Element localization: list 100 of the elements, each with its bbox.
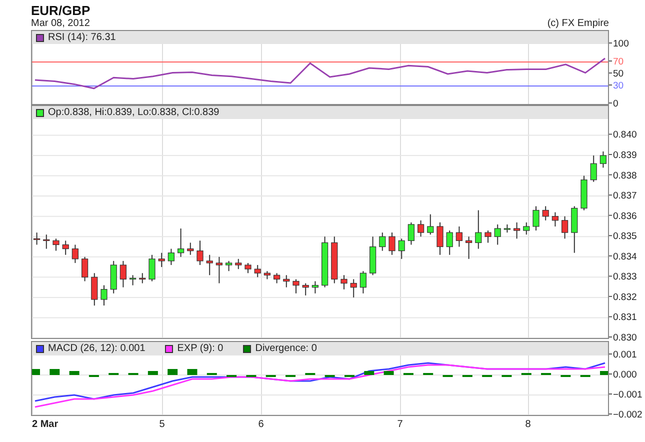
candle [178, 228, 184, 258]
candle [100, 284, 108, 306]
axis-label: 70 [613, 56, 624, 68]
chart-title: EUR/GBP [31, 3, 92, 18]
divergence-bar [187, 369, 198, 375]
chart-date: Mar 08, 2012 [31, 18, 90, 30]
candle [436, 222, 444, 256]
divergence-bar [364, 371, 374, 375]
candle [427, 214, 434, 236]
candle [388, 232, 396, 256]
candle [475, 210, 482, 250]
date-label: 8 [525, 419, 531, 430]
divergence-bar [384, 371, 394, 375]
candle [62, 240, 69, 256]
legend-label: Divergence: 0 [255, 344, 317, 354]
candle [52, 238, 60, 252]
candle [571, 206, 578, 254]
candle [514, 222, 520, 240]
candle [34, 232, 40, 246]
candle [216, 256, 222, 284]
axis-label: 0.839 [613, 150, 637, 161]
candle [274, 272, 280, 284]
candle [82, 256, 88, 282]
date-label: 7 [397, 419, 403, 430]
candle [590, 155, 597, 182]
date-label: 6 [258, 419, 264, 430]
axis-label: 0.835 [613, 231, 637, 242]
candle [532, 206, 540, 232]
candle [379, 232, 386, 252]
axis-label: −0.002 [613, 410, 642, 420]
candle [283, 274, 290, 288]
candle [446, 230, 453, 256]
candle [264, 270, 270, 280]
legend-label: Op:0.838, Hi:0.839, Lo:0.838, Cl:0.839 [48, 108, 220, 118]
divergence-bar [69, 371, 80, 375]
candle [91, 272, 98, 306]
candle [562, 216, 568, 240]
axis-label: 0.831 [613, 312, 637, 324]
divergence-bar [148, 371, 158, 375]
candle [187, 242, 194, 256]
date-label: 5 [159, 419, 165, 430]
divergence-bar [168, 369, 178, 375]
axis-label: 0.001 [613, 350, 637, 360]
axis-label: 0.000 [613, 370, 637, 380]
candle [120, 260, 126, 288]
axis-label: 50 [613, 68, 624, 80]
candle [322, 236, 328, 288]
candle [350, 278, 357, 298]
legend-label: EXP (9): 0 [177, 344, 224, 354]
candle [600, 150, 606, 168]
legend-label: RSI (14): 76.31 [48, 32, 116, 42]
candle [360, 270, 366, 294]
candle [418, 220, 424, 238]
candle [523, 222, 530, 236]
axis-label: 0.832 [613, 292, 637, 303]
candle [302, 282, 309, 296]
axis-label: 0.830 [613, 332, 637, 344]
candle [466, 236, 472, 260]
candle [580, 175, 588, 211]
candle [226, 260, 232, 272]
candle [494, 224, 501, 246]
divergence-bar [50, 369, 60, 375]
axis-label: 30 [613, 80, 624, 92]
axis-label: 100 [613, 38, 629, 50]
candle [312, 280, 318, 294]
candle [331, 236, 338, 284]
candle [168, 248, 174, 266]
candle [340, 274, 348, 290]
candle [130, 274, 136, 286]
candle [244, 262, 252, 274]
candle [484, 230, 492, 244]
candle [292, 278, 300, 294]
candle [148, 254, 156, 282]
axis-label: −0.001 [613, 390, 642, 400]
candle [43, 234, 50, 250]
candle [196, 240, 204, 266]
divergence-bar [32, 369, 40, 375]
date-label: 2 Mar [32, 419, 58, 430]
candle [456, 226, 462, 248]
candle [72, 244, 78, 264]
candle [254, 264, 261, 278]
candle [370, 236, 376, 276]
divergence-bar [600, 371, 608, 375]
axis-label: 0.838 [613, 170, 637, 182]
axis-label: 0 [613, 98, 618, 110]
candle [552, 212, 558, 227]
axis-label: 0.833 [613, 272, 637, 283]
candle [504, 224, 510, 234]
candle [408, 222, 414, 246]
candle [110, 260, 117, 294]
axis-label: 0.834 [613, 251, 637, 262]
candle [206, 254, 213, 276]
candle [158, 252, 165, 268]
candle [398, 238, 405, 260]
candle [139, 272, 146, 284]
copyright-text: (c) FX Empire [547, 18, 609, 30]
axis-label: 0.837 [613, 190, 637, 202]
legend-label: MACD (26, 12): 0.001 [48, 344, 146, 354]
axis-label: 0.836 [613, 210, 637, 222]
candle [235, 258, 242, 270]
